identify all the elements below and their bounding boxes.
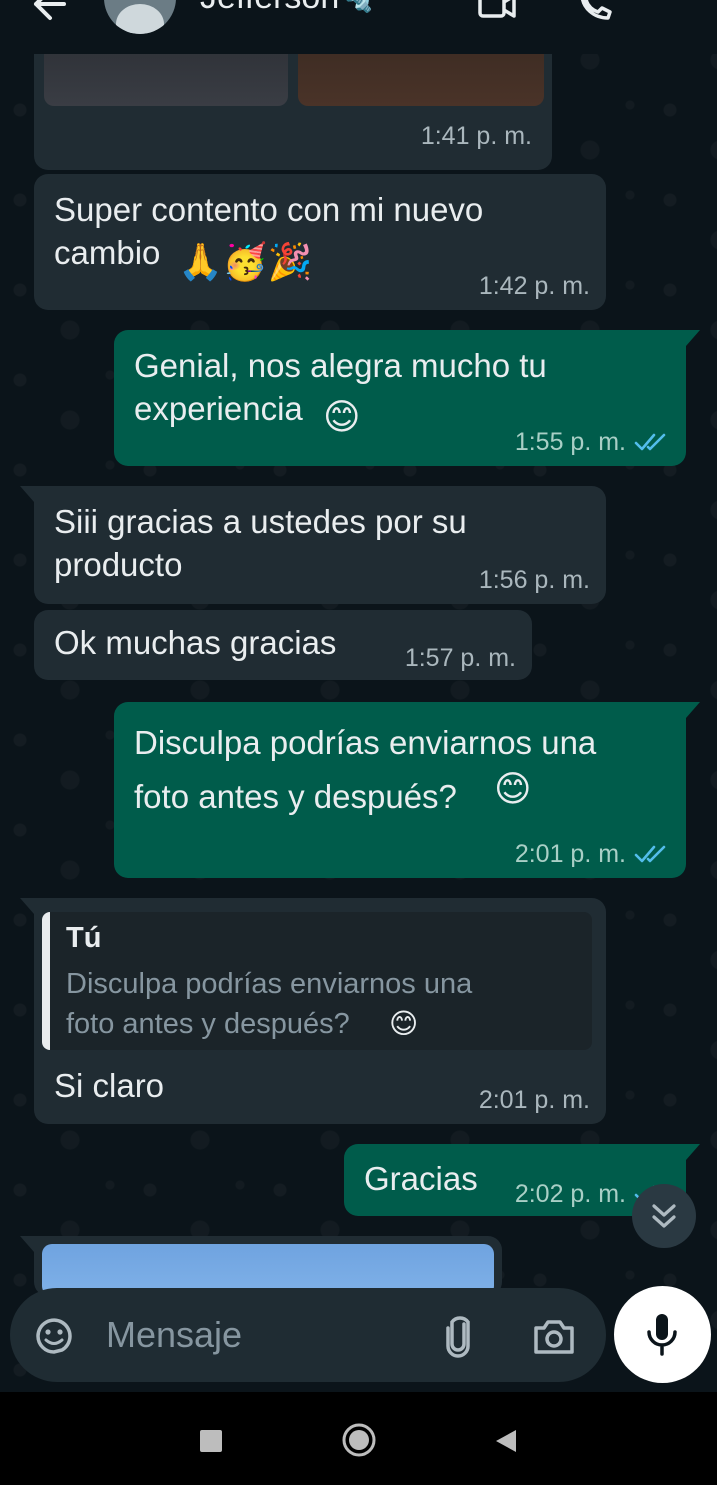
quote-author: Tú xyxy=(66,922,102,954)
message-composer xyxy=(10,1288,606,1382)
read-ticks-icon xyxy=(634,433,666,451)
message-time: 2:01 p. m. xyxy=(515,840,668,868)
incoming-message[interactable]: Super contento con mi nuevo cambio 1:42 … xyxy=(34,174,606,310)
contact-name[interactable]: Jefferson 🔩 xyxy=(200,0,373,17)
back-button[interactable] xyxy=(494,1428,518,1454)
message-image-bubble[interactable] xyxy=(20,1236,502,1296)
read-ticks-icon xyxy=(634,845,666,863)
double-chevron-down-icon xyxy=(652,1204,676,1228)
scroll-to-bottom-button[interactable] xyxy=(632,1184,696,1248)
message-time: 1:55 p. m. xyxy=(515,428,668,456)
incoming-message[interactable]: Ok muchas gracias 1:57 p. m. xyxy=(34,610,532,680)
emoji-smile: 😊 xyxy=(323,397,361,438)
back-arrow-icon[interactable] xyxy=(24,0,72,24)
recents-button[interactable] xyxy=(200,1430,222,1452)
message-time-text: 2:02 p. m. xyxy=(514,1180,626,1208)
message-input[interactable] xyxy=(106,1310,406,1360)
message-time: 1:41 p. m. xyxy=(420,122,532,150)
message-text: Siii gracias a ustedes por su producto xyxy=(54,503,467,583)
quoted-message[interactable]: Tú Disculpa podrías enviarnos una foto a… xyxy=(42,912,592,1050)
message-time-text: 2:01 p. m. xyxy=(514,840,626,868)
message-time: 1:57 p. m. xyxy=(404,644,516,672)
sticker-icon[interactable] xyxy=(32,1314,76,1358)
emoji-smile: 😊 xyxy=(389,1007,419,1040)
phone-icon[interactable] xyxy=(576,0,616,20)
message-time: 1:42 p. m. xyxy=(478,272,590,300)
message-time: 2:01 p. m. xyxy=(478,1086,590,1114)
contact-name-text: Jefferson xyxy=(200,0,339,16)
mic-icon xyxy=(647,1314,677,1356)
emoji-pray-party: 🙏🥳🎉 xyxy=(178,242,313,283)
contact-name-emoji: 🔩 xyxy=(343,0,374,14)
message-text: Si claro xyxy=(54,1067,165,1104)
attach-icon[interactable] xyxy=(440,1312,476,1358)
home-button[interactable] xyxy=(341,1422,377,1458)
mic-button[interactable] xyxy=(614,1286,711,1383)
more-options-icon[interactable] xyxy=(656,0,692,20)
quote-text: Disculpa podrías enviarnos una foto ante… xyxy=(66,968,473,1040)
message-text: Ok muchas gracias xyxy=(54,624,337,661)
emoji-smile: 😊 xyxy=(494,769,532,810)
avatar[interactable] xyxy=(104,0,176,34)
message-time-text: 1:55 p. m. xyxy=(514,428,626,456)
chat-area[interactable]: Jefferson 🔩 1:41 p. m. Super contento con… xyxy=(0,0,717,1392)
message-time: 1:56 p. m. xyxy=(478,566,590,594)
video-call-icon[interactable] xyxy=(476,0,516,20)
outgoing-message[interactable]: Genial, nos alegra mucho tu experiencia … xyxy=(114,330,700,466)
message-text: Gracias xyxy=(364,1160,478,1197)
incoming-message[interactable]: Siii gracias a ustedes por su producto 1… xyxy=(20,486,606,604)
camera-icon[interactable] xyxy=(532,1316,576,1356)
system-navigation-bar xyxy=(0,1392,717,1485)
quote-bar xyxy=(42,912,50,1050)
chat-header: Jefferson 🔩 xyxy=(0,0,717,54)
outgoing-message[interactable]: Disculpa podrías enviarnos una foto ante… xyxy=(114,702,700,878)
